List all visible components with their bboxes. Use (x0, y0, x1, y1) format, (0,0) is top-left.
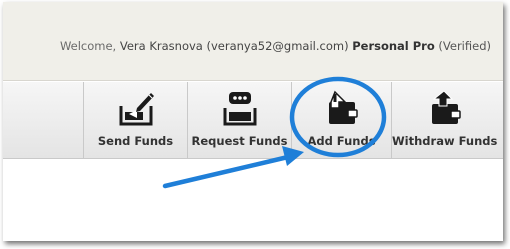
send-funds-button[interactable]: Send Funds (83, 82, 187, 158)
page-header: Welcome, Vera Krasnova (veranya52@gmail.… (3, 2, 503, 81)
withdraw-funds-label: Withdraw Funds (392, 134, 498, 148)
withdraw-funds-icon (431, 90, 461, 124)
withdraw-funds-button[interactable]: Withdraw Funds (391, 82, 497, 158)
request-funds-icon (223, 92, 256, 126)
welcome-prefix: Welcome, (59, 39, 117, 53)
funds-toolbar: Send Funds Request Funds Add Funds Withd… (3, 82, 503, 159)
add-funds-button[interactable]: Add Funds (291, 82, 391, 158)
account-plan: Personal Pro (352, 39, 435, 53)
send-funds-label: Send Funds (97, 134, 174, 148)
request-funds-button[interactable]: Request Funds (187, 82, 291, 158)
verification-status: (Verified) (438, 39, 491, 53)
send-funds-icon (119, 93, 154, 126)
request-funds-label: Request Funds (191, 134, 288, 148)
add-funds-icon (328, 90, 358, 124)
add-funds-label: Add Funds (307, 134, 376, 148)
welcome-message: Welcome, Vera Krasnova (veranya52@gmail.… (60, 39, 491, 53)
app-window: Welcome, Vera Krasnova (veranya52@gmail.… (3, 2, 503, 241)
user-name: Vera Krasnova (119, 39, 203, 53)
user-email: (veranya52@gmail.com) (206, 39, 349, 53)
